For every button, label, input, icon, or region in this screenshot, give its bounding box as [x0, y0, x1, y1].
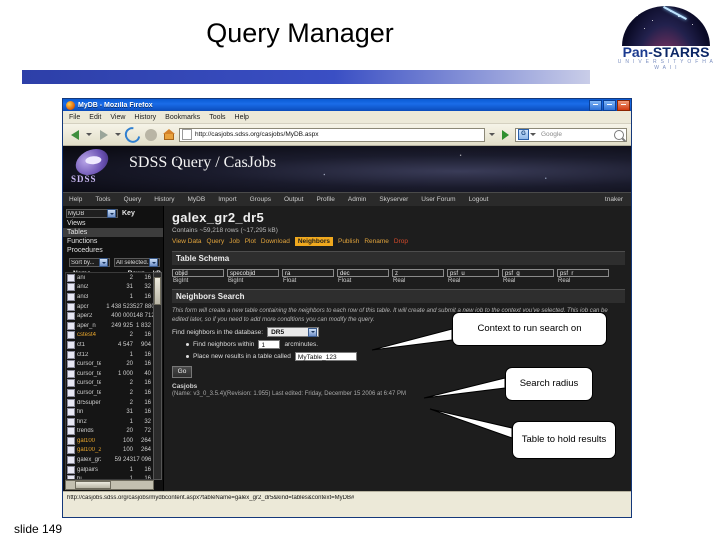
callout-context-to-run-search-on: Context to run search on — [452, 312, 607, 346]
callout-table-to-hold-results: Table to hold results — [512, 421, 616, 459]
callout-leader-lines — [371, 328, 513, 439]
callout-search-radius: Search radius — [505, 367, 593, 401]
